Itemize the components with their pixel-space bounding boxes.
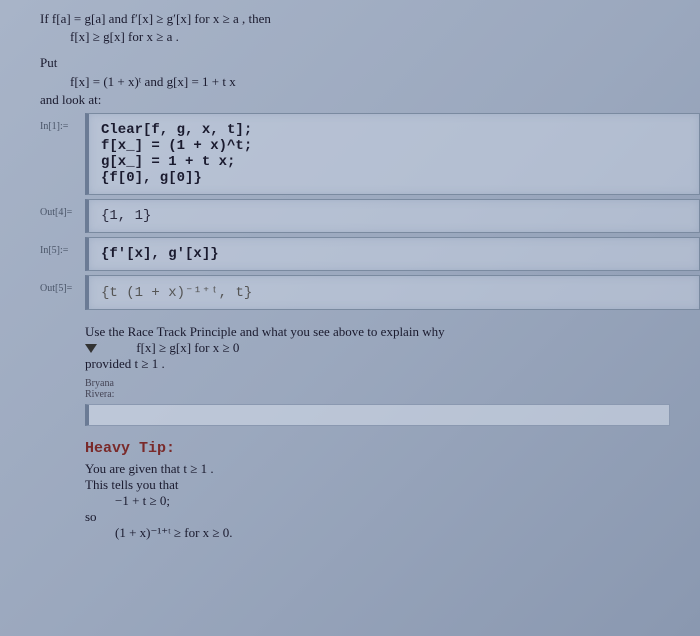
in5-label: In[5]:= [40,237,85,271]
tip-line3: −1 + t ≥ 0; [115,493,670,509]
out5-code: {t (1 + x)⁻¹⁺ᵗ, t} [85,275,700,310]
heavy-tip-heading: Heavy Tip: [85,440,670,457]
input-cell-1: In[1]:= Clear[f, g, x, t]; f[x_] = (1 + … [40,113,700,195]
in1-label: In[1]:= [40,113,85,195]
input-cell-5: In[5]:= {f'[x], g'[x]} [40,237,700,271]
in1-code: Clear[f, g, x, t]; f[x_] = (1 + x)^t; g[… [85,113,700,195]
output-cell-5: Out[5]= {t (1 + x)⁻¹⁺ᵗ, t} [40,275,700,310]
question-provided: provided t ≥ 1 . [85,356,670,372]
triangle-icon [85,344,97,353]
out4-code: {1, 1} [85,199,700,233]
out4-label: Out[4]= [40,199,85,233]
question-block: Use the Race Track Principle and what yo… [85,324,700,541]
tip-line2: This tells you that [85,477,670,493]
question-line2-row: f[x] ≥ g[x] for x ≥ 0 [85,340,670,356]
question-inequality: f[x] ≥ g[x] for x ≥ 0 [136,340,239,355]
in5-code: {f'[x], g'[x]} [85,237,700,271]
look-at-label: and look at: [40,91,670,109]
put-label: Put [40,54,670,72]
question-line1: Use the Race Track Principle and what yo… [85,324,670,340]
out5-label: Out[5]= [40,275,85,310]
answer-input-area[interactable] [85,404,670,426]
theorem-line2: f[x] ≥ g[x] for x ≥ a . [70,28,670,46]
tip-line1: You are given that t ≥ 1 . [85,461,670,477]
theorem-statement: If f[a] = g[a] and f′[x] ≥ g′[x] for x ≥… [40,10,700,46]
theorem-line1: If f[a] = g[a] and f′[x] ≥ g′[x] for x ≥… [40,10,670,28]
tip-line4: so [85,509,670,525]
setup-block: Put f[x] = (1 + x)ᵗ and g[x] = 1 + t x a… [40,54,700,109]
tip-line5: (1 + x)⁻¹⁺ᵗ ≥ for x ≥ 0. [115,525,670,541]
output-cell-4: Out[4]= {1, 1} [40,199,700,233]
function-defs: f[x] = (1 + x)ᵗ and g[x] = 1 + t x [70,73,670,91]
author-name: Bryana Rivera: [85,378,670,400]
